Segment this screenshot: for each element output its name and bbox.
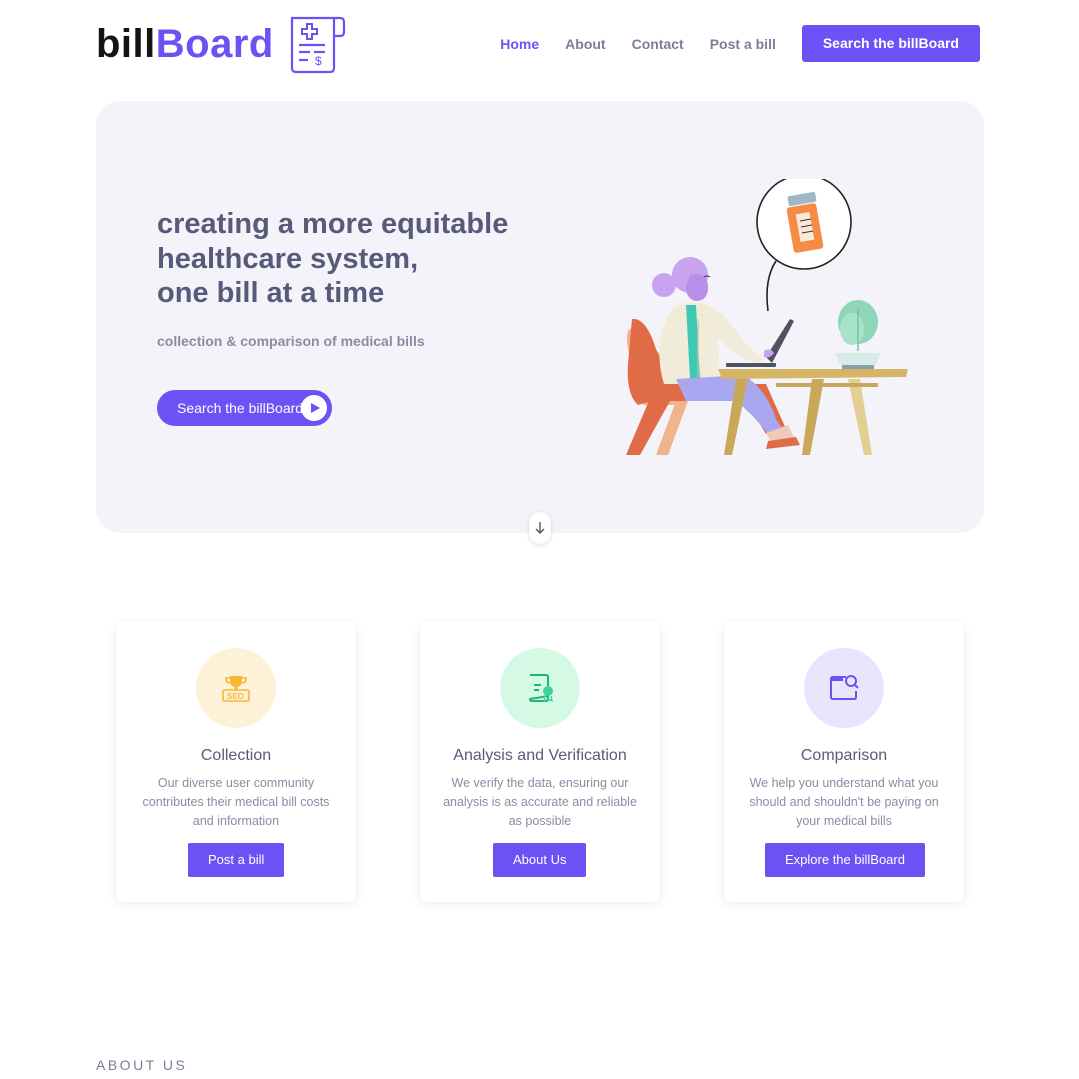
card-title: Collection <box>200 747 272 764</box>
search-billboard-hero-button[interactable]: Search the billBoard <box>157 390 332 426</box>
card-title: Comparison <box>800 747 888 764</box>
hero-title: creating a more equitable healthcare sys… <box>157 207 577 311</box>
feature-card-analysis: Analysis and Verification We verify the … <box>420 622 660 902</box>
trophy-seo-icon: SEO <box>222 676 250 702</box>
nav-link-home[interactable]: Home <box>500 26 539 62</box>
card-description: Our diverse user community contributes t… <box>142 776 330 828</box>
site-header: billBoard $ Home About Contact Post a bi… <box>0 0 1079 90</box>
hero-section: creating a more equitable healthcare sys… <box>96 101 984 533</box>
card-description: We verify the data, ensuring our analysi… <box>443 776 637 828</box>
brand-name-part2: Board <box>155 22 274 66</box>
nav-link-about[interactable]: About <box>565 26 605 62</box>
nav-link-contact[interactable]: Contact <box>632 26 684 62</box>
search-billboard-nav-button[interactable]: Search the billBoard <box>801 25 980 62</box>
main-nav: Home About Contact Post a bill Search th… <box>500 25 980 62</box>
card-icon-circle <box>804 648 884 728</box>
nav-link-post-bill[interactable]: Post a bill <box>710 26 776 62</box>
hero-title-line: healthcare system, <box>157 242 419 275</box>
about-us-section-label: ABOUT US <box>96 1057 188 1073</box>
woman-at-laptop-illustration <box>626 179 908 455</box>
explore-billboard-button[interactable]: Explore the billBoard <box>765 843 925 877</box>
post-bill-button[interactable]: Post a bill <box>188 843 285 877</box>
scroll-down-button[interactable] <box>529 512 551 544</box>
feature-card-comparison: Comparison We help you understand what y… <box>724 622 964 902</box>
card-title: Analysis and Verification <box>453 747 627 764</box>
card-description: We help you understand what you should a… <box>749 776 939 828</box>
brand-name-part1: bill <box>96 22 156 66</box>
card-icon-circle: SEO <box>196 648 276 728</box>
play-icon <box>301 395 327 421</box>
verified-document-icon <box>528 674 553 703</box>
hero-title-line: one bill at a time <box>157 277 385 309</box>
medical-bill-icon: $ <box>290 16 345 74</box>
hero-subtitle: collection & comparison of medical bills <box>157 333 425 349</box>
hero-button-label: Search the billBoard <box>177 400 304 416</box>
hero-title-line: creating a more equitable <box>157 208 509 240</box>
card-icon-circle <box>500 648 580 728</box>
feature-card-collection: SEO Collection Our diverse user communit… <box>116 622 356 902</box>
brand-logo[interactable]: billBoard $ <box>96 14 346 74</box>
svg-text:$: $ <box>315 54 322 68</box>
about-us-button[interactable]: About Us <box>493 843 587 877</box>
window-search-icon <box>830 675 859 700</box>
svg-text:SEO: SEO <box>227 692 244 701</box>
arrow-down-icon <box>535 522 545 534</box>
brand-name: billBoard <box>96 15 274 73</box>
